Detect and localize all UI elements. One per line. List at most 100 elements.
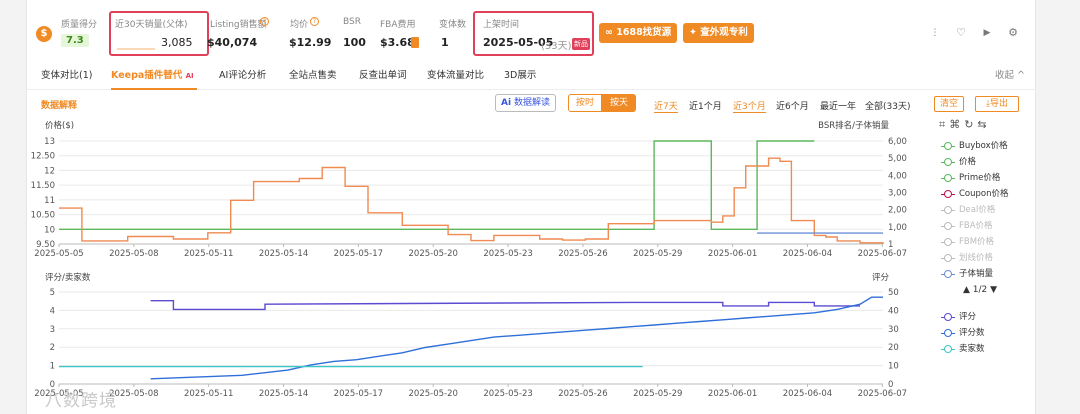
launch-label: 上架时间 bbox=[483, 20, 520, 30]
patent-button[interactable]: ✦ 查外观专利 bbox=[683, 23, 754, 43]
range-7d[interactable]: 近7天 bbox=[654, 99, 678, 113]
y2-tick-label: 1,000 bbox=[888, 223, 907, 233]
y2-tick-label: 3,000 bbox=[888, 189, 907, 199]
range-1y[interactable]: 最近一年 bbox=[820, 99, 856, 112]
x-tick-label: 2025-05-23 bbox=[483, 389, 532, 398]
x-tick-label: 2025-05-17 bbox=[334, 389, 383, 398]
legend-marker-icon bbox=[941, 158, 955, 166]
variants-value: 1 bbox=[441, 36, 449, 49]
tab-variant-compare[interactable]: 变体对比(1) bbox=[41, 62, 92, 90]
zoom-back-icon[interactable]: ⌘ bbox=[949, 118, 964, 131]
y2-tick-label: 50 bbox=[888, 288, 899, 298]
legend-label: FBA价格 bbox=[959, 221, 993, 231]
x-tick-label: 2025-06-04 bbox=[783, 249, 832, 259]
y-tick-label: 5 bbox=[50, 288, 55, 298]
quality-label: 质量得分 bbox=[61, 20, 98, 30]
y-axis-title: 评分/卖家数 bbox=[45, 272, 91, 283]
y-tick-label: 3 bbox=[50, 325, 55, 335]
clear-button[interactable]: 清空 bbox=[934, 96, 964, 112]
legend-label: 价格 bbox=[959, 157, 977, 167]
range-6m[interactable]: 近6个月 bbox=[776, 99, 809, 112]
legend-label: Deal价格 bbox=[959, 205, 996, 215]
legend-marker-icon bbox=[941, 345, 955, 353]
range-1m[interactable]: 近1个月 bbox=[689, 99, 722, 112]
restore-icon[interactable]: ↻ bbox=[964, 118, 977, 131]
x-tick-label: 2025-06-07 bbox=[858, 249, 907, 259]
bsr-label: BSR bbox=[343, 17, 361, 27]
y-axis-title: 价格($) bbox=[45, 120, 74, 131]
x-tick-label: 2025-06-07 bbox=[858, 389, 907, 398]
x-tick-label: 2025-05-26 bbox=[558, 249, 607, 259]
legend-marker-icon bbox=[941, 238, 955, 246]
y-tick-label: 4 bbox=[50, 306, 55, 316]
legend-label: 评分 bbox=[959, 312, 977, 322]
y2-tick-label: 2,000 bbox=[888, 206, 907, 216]
range-all[interactable]: 全部(33天) bbox=[865, 99, 910, 112]
ai-read-button[interactable]: Ai 数据解读 bbox=[495, 94, 556, 112]
y-tick-label: 11.50 bbox=[31, 181, 55, 191]
settings-icon[interactable]: ⚙ bbox=[1005, 26, 1021, 42]
new-badge: 新品 bbox=[572, 38, 590, 50]
tab-keepa[interactable]: Keepa插件替代 AI bbox=[111, 62, 197, 90]
more-icon[interactable]: ⋮ bbox=[927, 26, 943, 42]
listing-label: Listing销售额 bbox=[210, 20, 267, 30]
legend-label: 评分数 bbox=[959, 328, 985, 338]
avg-price-label: 均价 bbox=[290, 20, 309, 30]
y2-tick-label: 5,000 bbox=[888, 154, 907, 164]
x-tick-label: 2025-05-17 bbox=[334, 249, 383, 259]
x-tick-label: 2025-05-11 bbox=[184, 249, 233, 259]
sales30-label: 近30天销量(父体) bbox=[115, 20, 188, 30]
legend-marker-icon bbox=[941, 206, 955, 214]
price-bsr-chart[interactable]: 价格($) BSR排名/子体销量1312.501211.501110.50109.… bbox=[27, 116, 907, 262]
tab-bar: 变体对比(1) Keepa插件替代 AI AI评论分析 全站点售卖 反查出单词 … bbox=[27, 62, 1037, 90]
rating-chart[interactable]: 评分/卖家数 评分543210504030201002025-05-05 2025-… bbox=[27, 268, 907, 398]
legend-label: Coupon价格 bbox=[959, 189, 1009, 199]
reset-icon[interactable]: ⇆ bbox=[977, 118, 990, 131]
source-1688-button[interactable]: ∞ 1688找货源 bbox=[599, 23, 678, 43]
tab-site-sales[interactable]: 全站点售卖 bbox=[289, 62, 337, 90]
x-tick-label: 2025-05-29 bbox=[633, 249, 682, 259]
product-card: $ 质量得分 7.3 近30天销量(父体) 3,085 Listing销售额 ?… bbox=[26, 0, 1037, 414]
collapse-link[interactable]: 收起 ^ bbox=[995, 62, 1025, 90]
x-tick-label: 2025-05-08 bbox=[109, 249, 158, 259]
legend-label: Buybox价格 bbox=[959, 141, 1008, 151]
y2-tick-label: 10 bbox=[888, 362, 899, 372]
tab-ai-review[interactable]: AI评论分析 bbox=[219, 62, 266, 90]
sales30-bar bbox=[117, 48, 155, 50]
series-line-评分 bbox=[150, 300, 861, 311]
tab-3d[interactable]: 3D展示 bbox=[504, 62, 536, 90]
fba-label: FBA费用 bbox=[380, 20, 416, 30]
y2-tick-label: 6,000 bbox=[888, 137, 907, 147]
legend-pager[interactable]: ▲ 1/2 ▼ bbox=[963, 285, 997, 295]
x-tick-label: 2025-05-23 bbox=[483, 249, 532, 259]
watermark: 八数跨境 bbox=[45, 391, 117, 411]
tab-variant-traffic[interactable]: 变体流量对比 bbox=[427, 62, 484, 90]
x-tick-label: 2025-06-04 bbox=[783, 389, 832, 398]
calculator-icon[interactable] bbox=[411, 37, 419, 48]
app-root: $ 质量得分 7.3 近30天销量(父体) 3,085 Listing销售额 ?… bbox=[0, 0, 1080, 414]
video-icon[interactable]: ▶ bbox=[979, 26, 995, 42]
heart-icon[interactable]: ♡ bbox=[953, 26, 969, 42]
legend-marker-icon bbox=[941, 329, 955, 337]
zoom-select-icon[interactable]: ⌗ bbox=[939, 118, 949, 131]
ai-icon: Ai bbox=[501, 98, 512, 108]
sales30-value: 3,085 bbox=[161, 36, 193, 49]
legend-marker-icon bbox=[941, 190, 955, 198]
export-button[interactable]: ⤓导出 bbox=[975, 96, 1019, 112]
legend-marker-icon bbox=[941, 270, 955, 278]
y2-tick-label: 40 bbox=[888, 306, 899, 316]
by-day-button[interactable]: 按天 bbox=[602, 94, 636, 112]
range-3m[interactable]: 近3个月 bbox=[733, 99, 766, 113]
y-tick-label: 1 bbox=[50, 362, 55, 372]
legend-marker-icon bbox=[941, 174, 955, 182]
legend-label: FBM价格 bbox=[959, 237, 995, 247]
x-tick-label: 2025-06-01 bbox=[708, 249, 757, 259]
fba-value: $3.68 bbox=[380, 36, 415, 49]
y2-tick-label: 4,000 bbox=[888, 171, 907, 181]
legend-marker-icon bbox=[941, 254, 955, 262]
tab-reverse-keywords[interactable]: 反查出单词 bbox=[359, 62, 407, 90]
launch-days: (33天) bbox=[541, 41, 572, 52]
by-hour-button[interactable]: 按时 bbox=[568, 94, 602, 112]
chart-tools: ⌗⌘↻⇆ bbox=[939, 118, 991, 132]
legend-marker-icon bbox=[941, 313, 955, 321]
